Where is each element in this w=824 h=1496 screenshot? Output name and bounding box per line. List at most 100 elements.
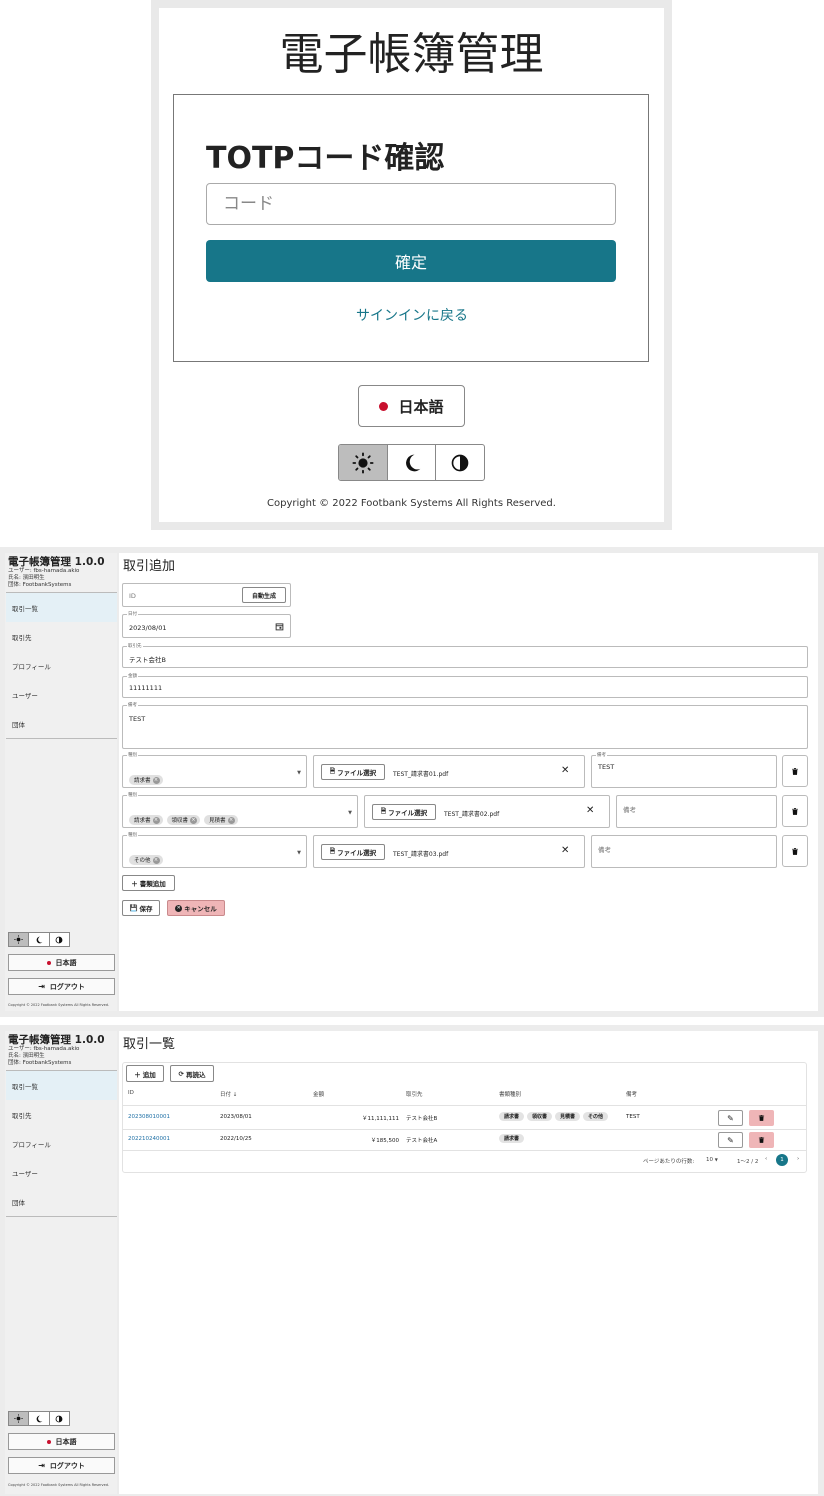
chip-remove-icon[interactable]: ×: [152, 816, 160, 824]
light-theme-button[interactable]: [9, 933, 30, 946]
clear-file-icon[interactable]: ✕: [586, 805, 594, 816]
doc-type-label: 種別: [127, 832, 138, 838]
transaction-id-link[interactable]: 202210240001: [128, 1136, 170, 1142]
dark-theme-button[interactable]: [388, 445, 437, 480]
light-theme-button[interactable]: [9, 1412, 30, 1425]
file-select-button[interactable]: 🗎 ファイル選択: [372, 804, 436, 820]
sidebar-nav: 取引一覧 取引先 プロフィール ユーザー 団体: [6, 592, 117, 739]
add-button[interactable]: ＋追加: [126, 1065, 164, 1082]
add-document-button[interactable]: ＋書類追加: [122, 875, 175, 891]
date-field[interactable]: 日付 2023/08/01: [122, 611, 291, 638]
contrast-theme-button[interactable]: [50, 1412, 69, 1425]
doc-types-cell: 請求書: [499, 1134, 527, 1143]
back-link-label[interactable]: サインインに戻る: [356, 308, 468, 324]
dropdown-arrow-icon[interactable]: ▼: [348, 810, 352, 816]
sidebar-item-profile[interactable]: プロフィール: [6, 651, 117, 680]
contrast-icon: [55, 1415, 63, 1422]
auto-generate-button[interactable]: 自動生成: [242, 587, 286, 603]
dark-theme-button[interactable]: [29, 933, 50, 946]
transaction-list-screen: 電子帳簿管理 1.0.0 ユーザー: fbs-hamada.akio 氏名: 濱…: [0, 1025, 824, 1496]
logout-button[interactable]: ⇥ ログアウト: [8, 1457, 115, 1474]
logout-button[interactable]: ⇥ ログアウト: [8, 978, 115, 995]
next-page-icon[interactable]: ›: [797, 1156, 799, 1162]
pencil-icon: ✎: [727, 1113, 734, 1123]
sun-icon: [14, 935, 23, 944]
contrast-theme-button[interactable]: [50, 933, 69, 946]
doc-remark-placeholder: 備考: [598, 846, 611, 854]
doc-remark-placeholder: 備考: [623, 806, 636, 814]
transaction-id-link[interactable]: 202308010001: [128, 1114, 170, 1120]
card-title: TOTPコード確認: [206, 141, 445, 176]
chip-remove-icon[interactable]: ×: [227, 816, 235, 824]
sidebar-copyright: Copyright © 2022 Footbank Systems All Ri…: [8, 1483, 110, 1487]
remark-field[interactable]: 備考 TEST: [122, 702, 808, 749]
cancel-button[interactable]: ✕ キャンセル: [167, 900, 225, 916]
doc-type-select[interactable]: 種別 請求書 × 領収書 × 見積書 × ▼: [122, 792, 358, 828]
sidebar-app-title: 電子帳簿管理 1.0.0: [8, 556, 105, 568]
contrast-theme-button[interactable]: [436, 445, 484, 480]
code-input[interactable]: [206, 183, 616, 225]
page-1-button[interactable]: 1: [776, 1154, 788, 1166]
sidebar-item-transactions[interactable]: 取引一覧: [6, 1071, 117, 1100]
sidebar-item-profile[interactable]: プロフィール: [6, 1129, 117, 1158]
language-button[interactable]: 日本語: [358, 385, 465, 427]
prev-page-icon[interactable]: ‹: [765, 1156, 767, 1162]
dropdown-arrow-icon: ▼: [714, 1157, 718, 1162]
reload-button[interactable]: ⟳ 再読込: [170, 1065, 214, 1082]
language-button[interactable]: 日本語: [8, 1433, 115, 1450]
rows-per-page-select[interactable]: 10 ▼: [706, 1157, 718, 1163]
doc-chip: その他 ×: [129, 855, 163, 865]
doc-remark-field[interactable]: 備考: [591, 835, 777, 868]
doc-type-select[interactable]: 種別 その他 × ▼: [122, 832, 307, 868]
partner-cell: テスト会社A: [406, 1138, 438, 1144]
back-to-signin-link[interactable]: サインインに戻る: [174, 305, 650, 325]
sidebar-item-organization[interactable]: 団体: [6, 1187, 117, 1216]
col-header-partner[interactable]: 取引先: [406, 1090, 423, 1098]
clear-file-icon[interactable]: ✕: [561, 765, 569, 776]
confirm-button[interactable]: 確定: [206, 240, 616, 282]
col-header-amount[interactable]: 金額: [313, 1090, 324, 1098]
chip-remove-icon[interactable]: ×: [152, 776, 160, 784]
sidebar-item-partners[interactable]: 取引先: [6, 1100, 117, 1129]
chip-remove-icon[interactable]: ×: [190, 816, 198, 824]
delete-button[interactable]: [749, 1132, 774, 1148]
reload-icon: ⟳: [178, 1069, 184, 1078]
edit-button[interactable]: ✎: [718, 1110, 743, 1126]
doc-remark-field[interactable]: 備考 TEST: [591, 752, 777, 788]
col-header-remark[interactable]: 備考: [626, 1090, 637, 1098]
col-header-doc-types[interactable]: 書類種別: [499, 1090, 521, 1098]
language-button[interactable]: 日本語: [8, 954, 115, 971]
clear-file-icon[interactable]: ✕: [561, 845, 569, 856]
doc-type-select[interactable]: 種別 請求書 × ▼: [122, 752, 307, 788]
delete-doc-button[interactable]: [782, 835, 808, 867]
light-theme-button[interactable]: [339, 445, 388, 480]
sidebar-item-transactions[interactable]: 取引一覧: [6, 593, 117, 622]
delete-doc-button[interactable]: [782, 755, 808, 787]
chip-remove-icon[interactable]: ×: [152, 856, 160, 864]
dropdown-arrow-icon[interactable]: ▼: [297, 850, 301, 856]
delete-doc-button[interactable]: [782, 795, 808, 827]
edit-button[interactable]: ✎: [718, 1132, 743, 1148]
sidebar-item-organization[interactable]: 団体: [6, 709, 117, 738]
file-select-button[interactable]: 🗎 ファイル選択: [321, 764, 385, 780]
dropdown-arrow-icon[interactable]: ▼: [297, 770, 301, 776]
sidebar-item-users[interactable]: ユーザー: [6, 680, 117, 709]
rows-per-page-label: ページあたりの行数:: [643, 1159, 695, 1165]
japan-flag-icon: [379, 401, 389, 411]
sidebar-item-users[interactable]: ユーザー: [6, 1158, 117, 1187]
save-button[interactable]: 💾 保存: [122, 900, 160, 916]
trash-icon: [792, 847, 798, 855]
remark-label: 備考: [127, 702, 138, 708]
dark-theme-button[interactable]: [29, 1412, 50, 1425]
file-select-button[interactable]: 🗎 ファイル選択: [321, 844, 385, 860]
calendar-icon[interactable]: [275, 622, 284, 631]
col-header-id[interactable]: ID: [128, 1090, 134, 1096]
amount-field[interactable]: 金額 11111111: [122, 673, 808, 698]
col-header-date[interactable]: 日付 ↓: [220, 1090, 237, 1098]
trash-icon: [792, 767, 798, 775]
file-select-label: ファイル選択: [337, 769, 377, 777]
delete-button[interactable]: [749, 1110, 774, 1126]
doc-remark-field[interactable]: 備考: [616, 795, 777, 828]
partner-field[interactable]: 取引先 テスト会社B: [122, 643, 808, 668]
sidebar-item-partners[interactable]: 取引先: [6, 622, 117, 651]
